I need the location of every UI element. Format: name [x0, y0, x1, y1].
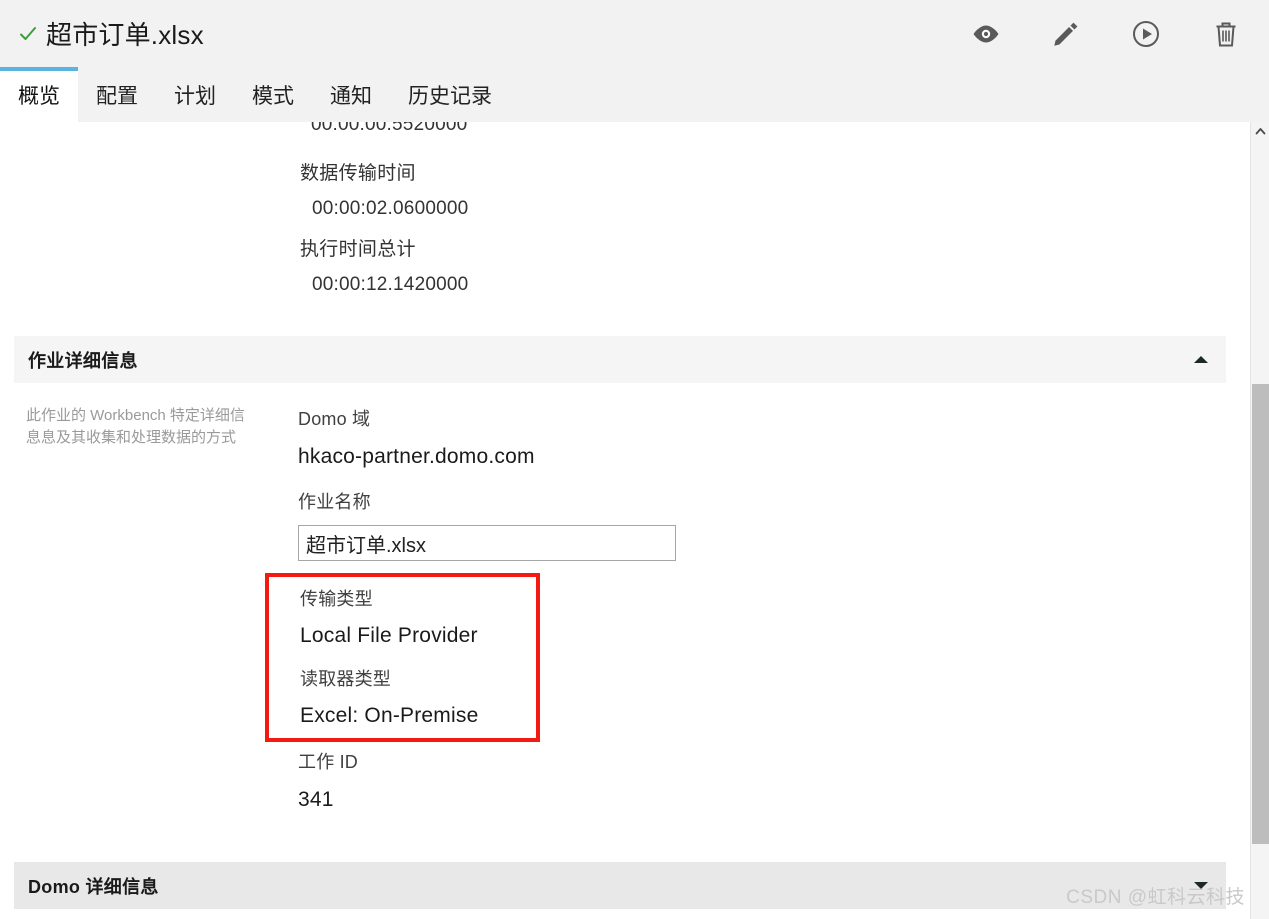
job-id-value: 341 — [298, 788, 334, 811]
play-circle-icon[interactable] — [1131, 19, 1161, 49]
tab-history[interactable]: 历史记录 — [390, 67, 510, 122]
job-details-title: 作业详细信息 — [28, 350, 138, 371]
field-job-id: 工作 ID 341 — [298, 748, 1226, 812]
field-domo-domain: Domo 域 hkaco-partner.domo.com — [298, 405, 1226, 469]
eye-icon[interactable] — [971, 19, 1001, 49]
tab-schedule[interactable]: 计划 — [156, 67, 234, 122]
reader-type-value: Excel: On-Premise — [300, 704, 479, 727]
tab-overview[interactable]: 概览 — [0, 67, 78, 122]
domo-details-title: Domo 详细信息 — [28, 876, 159, 897]
job-name-input[interactable] — [298, 525, 676, 561]
tab-notification[interactable]: 通知 — [312, 67, 390, 122]
chevron-down-icon[interactable] — [1194, 882, 1208, 889]
job-details-description: 此作业的 Workbench 特定详细信息息及其收集和处理数据的方式 — [26, 407, 245, 446]
job-id-label: 工作 ID — [298, 752, 359, 772]
page-title: 超市订单.xlsx — [46, 20, 204, 50]
title-group: 超市订单.xlsx — [18, 15, 204, 52]
job-details-panel: 作业详细信息 此作业的 Workbench 特定详细信息息及其收集和处理数据的方… — [14, 336, 1226, 822]
scroll-up-arrow-icon[interactable] — [1251, 122, 1269, 141]
domo-domain-label: Domo 域 — [298, 409, 371, 429]
field-job-name: 作业名称 — [298, 488, 1226, 561]
transport-type-label: 传输类型 — [300, 589, 373, 609]
transport-type-value: Local File Provider — [300, 624, 478, 647]
clipped-metric-value: 00:00:00.5520000 — [300, 122, 1240, 144]
reader-type-label: 读取器类型 — [300, 669, 391, 689]
tab-overview-label: 概览 — [18, 84, 60, 108]
tab-notification-label: 通知 — [330, 84, 372, 108]
domo-domain-value: hkaco-partner.domo.com — [298, 445, 535, 468]
tab-bar: 概览 配置 计划 模式 通知 历史记录 — [0, 67, 1269, 122]
domo-details-header[interactable]: Domo 详细信息 — [14, 862, 1226, 909]
tab-history-label: 历史记录 — [408, 84, 492, 108]
content-scroll-area: 00:00:00.5520000 数据传输时间 00:00:02.0600000… — [0, 122, 1269, 919]
vertical-scrollbar[interactable] — [1250, 122, 1269, 919]
job-name-label: 作业名称 — [298, 492, 371, 512]
transfer-time-label: 数据传输时间 — [300, 163, 416, 184]
total-time-value: 00:00:12.1420000 — [312, 274, 469, 295]
domo-details-panel: Domo 详细信息 — [14, 862, 1226, 909]
job-details-fields: Domo 域 hkaco-partner.domo.com 作业名称 传输类型 — [265, 405, 1226, 812]
clipped-metric-text: 00:00:00.5520000 — [311, 122, 468, 135]
title-bar-actions — [971, 19, 1241, 49]
pencil-icon[interactable] — [1051, 19, 1081, 49]
tab-schedule-label: 计划 — [174, 84, 216, 108]
job-details-header[interactable]: 作业详细信息 — [14, 336, 1226, 383]
job-details-body: 此作业的 Workbench 特定详细信息息及其收集和处理数据的方式 Domo … — [14, 383, 1226, 822]
transfer-time-value: 00:00:02.0600000 — [312, 198, 469, 219]
total-time-label: 执行时间总计 — [300, 239, 416, 260]
execution-metrics: 00:00:00.5520000 数据传输时间 00:00:02.0600000… — [0, 122, 1240, 296]
scrollbar-thumb[interactable] — [1252, 384, 1269, 844]
trash-icon[interactable] — [1211, 19, 1241, 49]
content-canvas: 00:00:00.5520000 数据传输时间 00:00:02.0600000… — [0, 122, 1240, 909]
tab-mode[interactable]: 模式 — [234, 67, 312, 122]
highlight-annotation-box: 传输类型 Local File Provider 读取器类型 Excel: On… — [265, 573, 540, 742]
check-icon — [18, 24, 38, 44]
tab-mode-label: 模式 — [252, 84, 294, 108]
tab-configuration[interactable]: 配置 — [78, 67, 156, 122]
chevron-up-icon[interactable] — [1194, 356, 1208, 363]
tab-configuration-label: 配置 — [96, 84, 138, 108]
title-bar: 超市订单.xlsx — [0, 0, 1269, 67]
